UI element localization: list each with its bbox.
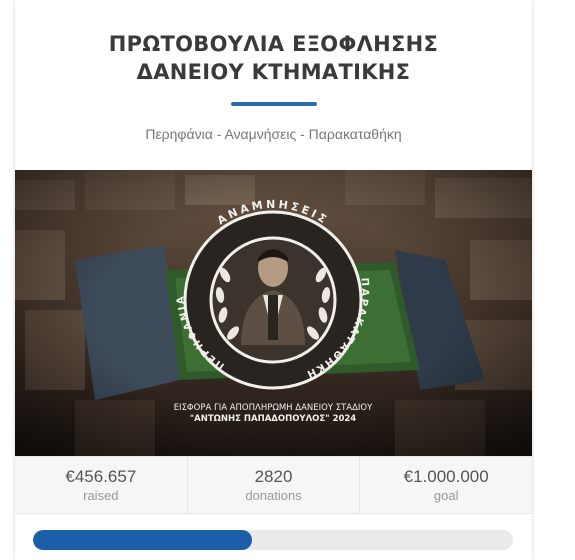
donations-value: 2820	[254, 467, 293, 486]
stat-raised: €456.657 raised	[15, 457, 188, 513]
title-underline	[230, 102, 317, 106]
raised-label: raised	[83, 488, 119, 503]
campaign-stats: €456.657 raised 2820 donations €1.000.00…	[15, 456, 532, 514]
banner-caption-line1: ΕΙΣΦΟΡΑ ΓΙΑ ΑΠΟΠΛΗΡΩΜΗ ΔΑΝΕΙΟΥ ΣΤΑΔΙΟΥ	[174, 403, 373, 413]
campaign-card: ΠΡΩΤΟΒΟΥΛΙΑ ΕΞΟΦΛΗΣΗΣ ΔΑΝΕΙΟΥ ΚΤΗΜΑΤΙΚΗΣ…	[15, 0, 532, 560]
campaign-banner-image: ΑΝΑΜΝΗΣΕΙΣ ΠΕΡΗΦΑΝΙΑ ΠΑΡΑΚΑΤΑΘΗΚΗ ΕΙΣΦΟΡ…	[15, 170, 532, 456]
stat-donations: 2820 donations	[188, 457, 361, 513]
raised-value: €456.657	[65, 467, 137, 486]
funding-progress-bar	[33, 530, 513, 550]
goal-value: €1.000.000	[403, 467, 489, 486]
funding-progress-fill	[33, 530, 253, 550]
banner-caption-line2: "ΑΝΤΩΝΗΣ ΠΑΠΑΔΟΠΟΥΛΟΣ" 2024	[190, 414, 357, 424]
campaign-title-line1: ΠΡΩΤΟΒΟΥΛΙΑ ΕΞΟΦΛΗΣΗΣ	[108, 32, 439, 56]
banner-artwork: ΑΝΑΜΝΗΣΕΙΣ ΠΕΡΗΦΑΝΙΑ ΠΑΡΑΚΑΤΑΘΗΚΗ ΕΙΣΦΟΡ…	[15, 170, 532, 456]
campaign-tagline: Περηφάνια - Αναμνήσεις - Παρακαταθήκη	[145, 126, 402, 142]
stat-goal: €1.000.000 goal	[360, 457, 532, 513]
campaign-title: ΠΡΩΤΟΒΟΥΛΙΑ ΕΞΟΦΛΗΣΗΣ ΔΑΝΕΙΟΥ ΚΤΗΜΑΤΙΚΗΣ	[15, 30, 532, 86]
donations-label: donations	[245, 488, 302, 503]
campaign-title-line2: ΔΑΝΕΙΟΥ ΚΤΗΜΑΤΙΚΗΣ	[136, 60, 411, 84]
goal-label: goal	[433, 488, 459, 503]
